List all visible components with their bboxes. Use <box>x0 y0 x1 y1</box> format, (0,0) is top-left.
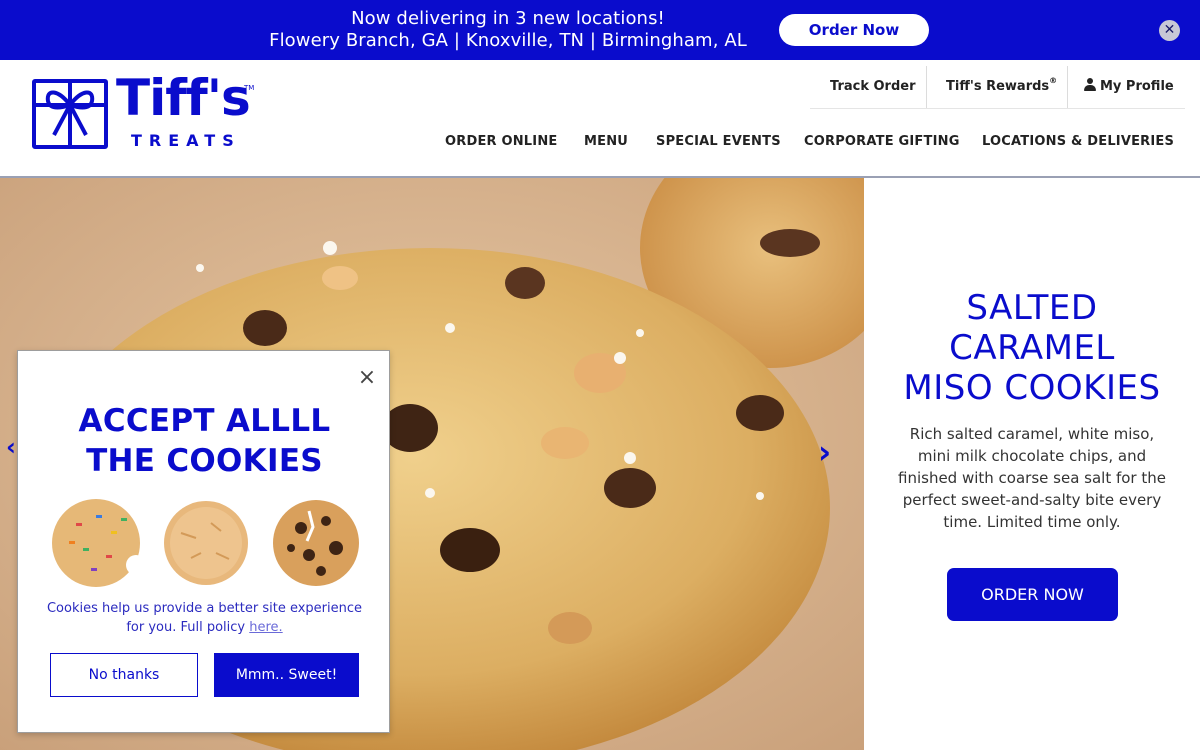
nav-special-events[interactable]: SPECIAL EVENTS <box>656 134 781 149</box>
featured-product-description: Rich salted caramel, white miso, mini mi… <box>898 425 1166 531</box>
accept-cookies-button[interactable]: Mmm.. Sweet! <box>214 653 359 697</box>
rewards-link[interactable]: Tiff's Rewards® <box>946 66 1057 108</box>
nav-menu[interactable]: MENU <box>584 134 628 149</box>
track-order-link[interactable]: Track Order <box>830 66 916 108</box>
close-icon[interactable]: × <box>357 367 377 389</box>
nav-order-online[interactable]: ORDER ONLINE <box>445 134 557 149</box>
featured-product-panel: SALTED CARAMEL MISO COOKIES Rich salted … <box>864 178 1200 750</box>
promo-line-2: Flowery Branch, GA | Knoxville, TN | Bir… <box>269 30 747 51</box>
title-line: SALTED <box>966 288 1098 328</box>
logo-subtitle: TREATS <box>131 131 241 150</box>
logo-trademark: TM <box>244 84 255 92</box>
sprinkle-cookie-icon <box>52 499 146 587</box>
order-now-button[interactable]: ORDER NOW <box>947 568 1118 621</box>
nav-corporate-gifting[interactable]: CORPORATE GIFTING <box>804 134 960 149</box>
title-line: CARAMEL <box>949 328 1115 368</box>
logo[interactable]: Tiff's TM TREATS <box>32 70 262 156</box>
divider <box>926 66 927 108</box>
carousel-next-icon[interactable]: › <box>818 433 831 471</box>
promo-banner: Now delivering in 3 new locations! Flowe… <box>0 0 1200 60</box>
title-line: ACCEPT ALLLL <box>78 403 331 439</box>
promo-line-1: Now delivering in 3 new locations! <box>351 8 665 29</box>
site-header: Tiff's TM TREATS Track Order Tiff's Rewa… <box>0 60 1200 178</box>
my-profile-label: My Profile <box>1100 79 1174 94</box>
chocolate-chip-cookie-icon <box>273 500 359 586</box>
no-thanks-button[interactable]: No thanks <box>50 653 198 697</box>
rewards-label: Tiff's Rewards <box>946 79 1050 94</box>
nav-locations-deliveries[interactable]: LOCATIONS & DELIVERIES <box>982 134 1174 149</box>
sugar-cookie-icon <box>164 501 248 585</box>
policy-link[interactable]: here. <box>249 620 282 635</box>
my-profile-link[interactable]: My Profile <box>1084 66 1174 108</box>
promo-text: Now delivering in 3 new locations! Flowe… <box>258 8 758 52</box>
close-icon[interactable]: ✕ <box>1159 20 1180 41</box>
cookie-consent-modal: × ACCEPT ALLLL THE COOKIES Cookies help … <box>17 350 390 733</box>
title-line: MISO COOKIES <box>903 368 1161 408</box>
title-line: THE COOKIES <box>86 443 323 479</box>
cookie-notice-body: Cookies help us provide a better site ex… <box>46 601 363 635</box>
divider <box>1067 66 1068 108</box>
carousel-prev-icon[interactable]: ‹ <box>6 433 16 461</box>
promo-order-now-button[interactable]: Order Now <box>779 14 929 46</box>
cookie-notice-text: Cookies help us provide a better site ex… <box>38 599 371 637</box>
logo-name: Tiff's <box>116 69 251 127</box>
bow-icon <box>36 83 104 145</box>
divider <box>810 108 1185 109</box>
featured-product-title: SALTED CARAMEL MISO COOKIES <box>864 288 1200 408</box>
registered-mark: ® <box>1049 76 1058 85</box>
ribbon-box-icon <box>32 79 108 149</box>
person-icon <box>1084 78 1096 91</box>
cookies-illustration <box>52 499 359 587</box>
modal-title: ACCEPT ALLLL THE COOKIES <box>18 401 391 481</box>
